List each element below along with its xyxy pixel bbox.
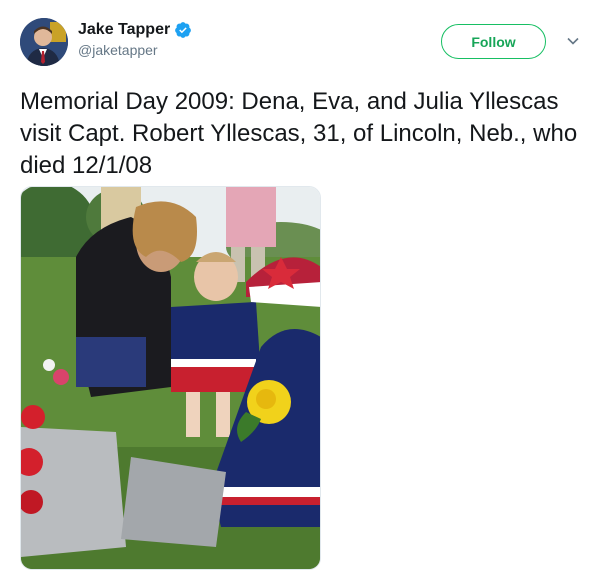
follow-button[interactable]: Follow xyxy=(441,24,546,59)
avatar-image xyxy=(20,18,68,66)
verified-badge-icon xyxy=(174,21,192,39)
chevron-down-icon[interactable] xyxy=(566,34,580,48)
tweet-photo[interactable] xyxy=(20,186,321,570)
handle[interactable]: @jaketapper xyxy=(78,42,192,58)
display-name[interactable]: Jake Tapper xyxy=(78,21,170,39)
author-names: Jake Tapper @jaketapper xyxy=(78,21,192,58)
tweet-text: Memorial Day 2009: Dena, Eva, and Julia … xyxy=(20,88,578,179)
avatar[interactable] xyxy=(20,18,68,66)
photo-image xyxy=(21,187,320,569)
tweet-header: Jake Tapper @jaketapper Follow xyxy=(20,18,585,66)
display-name-row: Jake Tapper xyxy=(78,21,192,39)
